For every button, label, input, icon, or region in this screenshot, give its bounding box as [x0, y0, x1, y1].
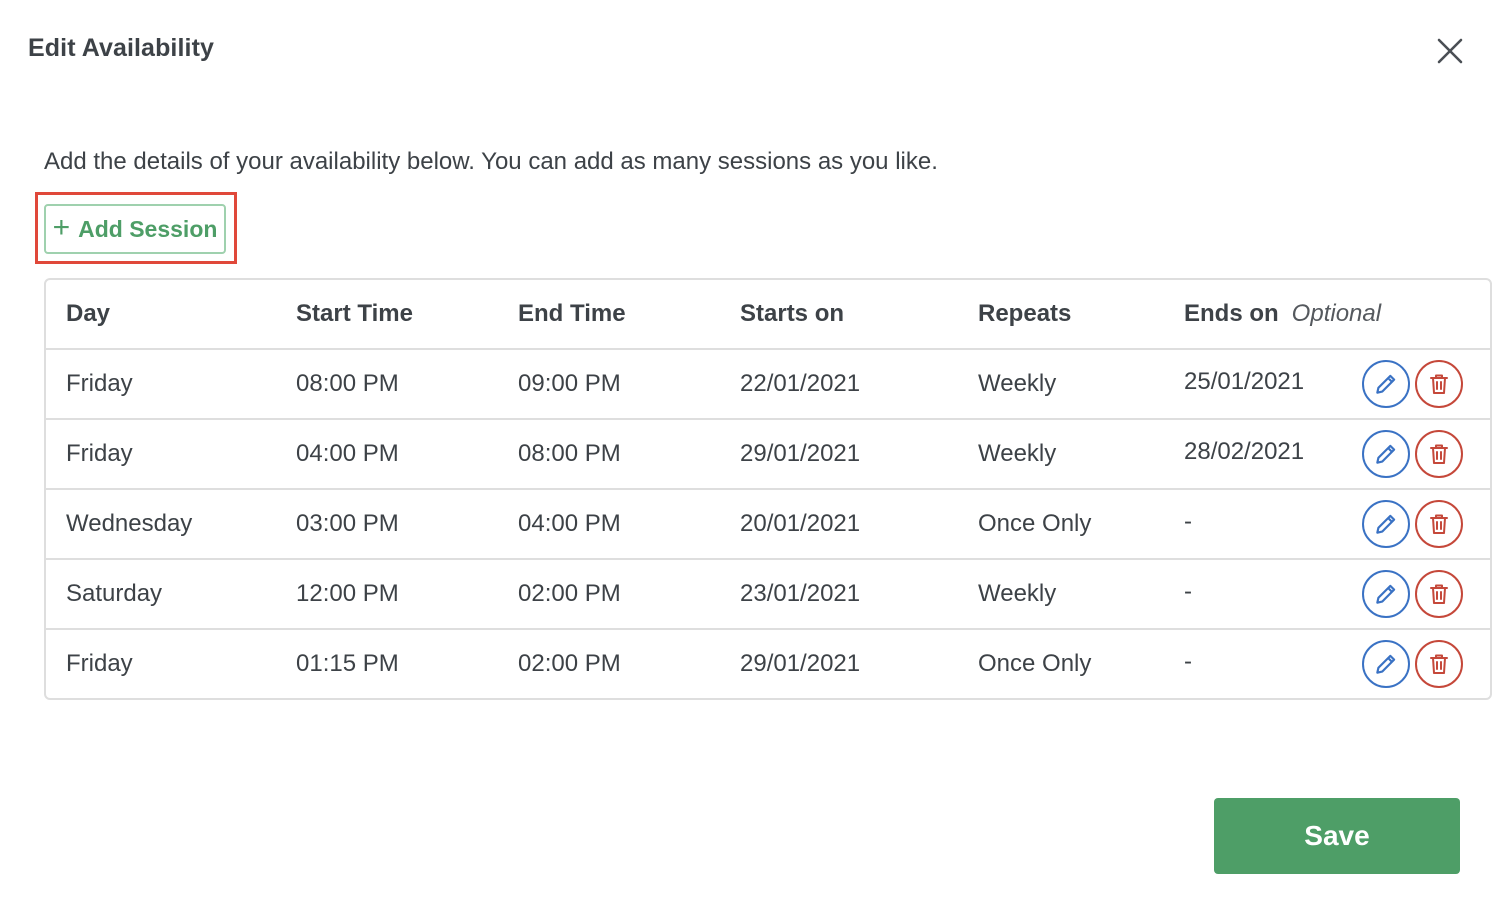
header-ends-on-optional: Optional: [1291, 300, 1382, 327]
trash-icon: [1430, 654, 1448, 674]
add-session-button[interactable]: + Add Session: [44, 204, 226, 254]
cell-ends-on: 28/02/2021: [1184, 438, 1305, 465]
cell-ends-on: -: [1184, 648, 1192, 675]
cell-start-time: 04:00 PM: [296, 440, 399, 467]
cell-day: Friday: [66, 650, 133, 677]
cell-starts-on: 22/01/2021: [740, 370, 861, 397]
cell-ends-on: -: [1184, 578, 1192, 605]
table-row: Friday 08:00 PM 09:00 PM 22/01/2021 Week…: [46, 350, 1490, 420]
pencil-icon: [1376, 654, 1396, 674]
pencil-icon: [1376, 444, 1396, 464]
cell-day: Wednesday: [66, 510, 193, 537]
pencil-icon: [1376, 374, 1396, 394]
cell-repeats: Weekly: [978, 370, 1057, 397]
cell-repeats: Weekly: [978, 580, 1057, 607]
cell-start-time: 12:00 PM: [296, 580, 399, 607]
cell-start-time: 01:15 PM: [296, 650, 399, 677]
cell-end-time: 02:00 PM: [518, 580, 621, 607]
edit-availability-dialog: Edit Availability Add the details of you…: [0, 0, 1498, 916]
pencil-icon: [1376, 514, 1396, 534]
cell-repeats: Once Only: [978, 650, 1092, 677]
table-row: Wednesday 03:00 PM 04:00 PM 20/01/2021 O…: [46, 490, 1490, 560]
cell-starts-on: 29/01/2021: [740, 440, 861, 467]
table-row: Friday 04:00 PM 08:00 PM 29/01/2021 Week…: [46, 420, 1490, 490]
cell-start-time: 08:00 PM: [296, 370, 399, 397]
table-row: Friday 01:15 PM 02:00 PM 29/01/2021 Once…: [46, 630, 1490, 698]
delete-session-button[interactable]: [1415, 570, 1463, 618]
cell-end-time: 04:00 PM: [518, 510, 621, 537]
plus-icon: +: [52, 210, 71, 244]
header-end-time: End Time: [518, 300, 626, 327]
cell-end-time: 02:00 PM: [518, 650, 621, 677]
delete-session-button[interactable]: [1415, 360, 1463, 408]
edit-session-button[interactable]: [1362, 360, 1410, 408]
edit-session-button[interactable]: [1362, 430, 1410, 478]
close-icon: [1437, 38, 1463, 64]
trash-icon: [1430, 584, 1448, 604]
cell-starts-on: 29/01/2021: [740, 650, 861, 677]
header-ends-on-label: Ends on: [1184, 300, 1279, 327]
cell-start-time: 03:00 PM: [296, 510, 399, 537]
cell-repeats: Once Only: [978, 510, 1092, 537]
trash-icon: [1430, 514, 1448, 534]
trash-icon: [1430, 374, 1448, 394]
close-button[interactable]: [1432, 33, 1468, 69]
save-button[interactable]: Save: [1214, 798, 1460, 874]
header-ends-on: Ends on Optional: [1184, 280, 1381, 348]
dialog-title: Edit Availability: [28, 34, 215, 62]
table-header-row: Day Start Time End Time Starts on Repeat…: [46, 280, 1490, 350]
delete-session-button[interactable]: [1415, 500, 1463, 548]
delete-session-button[interactable]: [1415, 640, 1463, 688]
table-row: Saturday 12:00 PM 02:00 PM 23/01/2021 We…: [46, 560, 1490, 630]
edit-session-button[interactable]: [1362, 500, 1410, 548]
intro-text: Add the details of your availability bel…: [44, 148, 938, 175]
cell-ends-on: 25/01/2021: [1184, 368, 1305, 395]
pencil-icon: [1376, 584, 1396, 604]
cell-end-time: 08:00 PM: [518, 440, 621, 467]
cell-day: Friday: [66, 440, 133, 467]
edit-session-button[interactable]: [1362, 640, 1410, 688]
header-repeats: Repeats: [978, 300, 1072, 327]
cell-repeats: Weekly: [978, 440, 1057, 467]
header-starts-on: Starts on: [740, 300, 845, 327]
delete-session-button[interactable]: [1415, 430, 1463, 478]
cell-starts-on: 20/01/2021: [740, 510, 861, 537]
trash-icon: [1430, 444, 1448, 464]
cell-ends-on: -: [1184, 508, 1192, 535]
add-session-label: Add Session: [78, 215, 218, 242]
header-start-time: Start Time: [296, 300, 413, 327]
header-day: Day: [66, 300, 111, 327]
cell-end-time: 09:00 PM: [518, 370, 621, 397]
edit-session-button[interactable]: [1362, 570, 1410, 618]
cell-day: Friday: [66, 370, 133, 397]
cell-starts-on: 23/01/2021: [740, 580, 861, 607]
sessions-table: Day Start Time End Time Starts on Repeat…: [44, 278, 1492, 700]
cell-day: Saturday: [66, 580, 163, 607]
